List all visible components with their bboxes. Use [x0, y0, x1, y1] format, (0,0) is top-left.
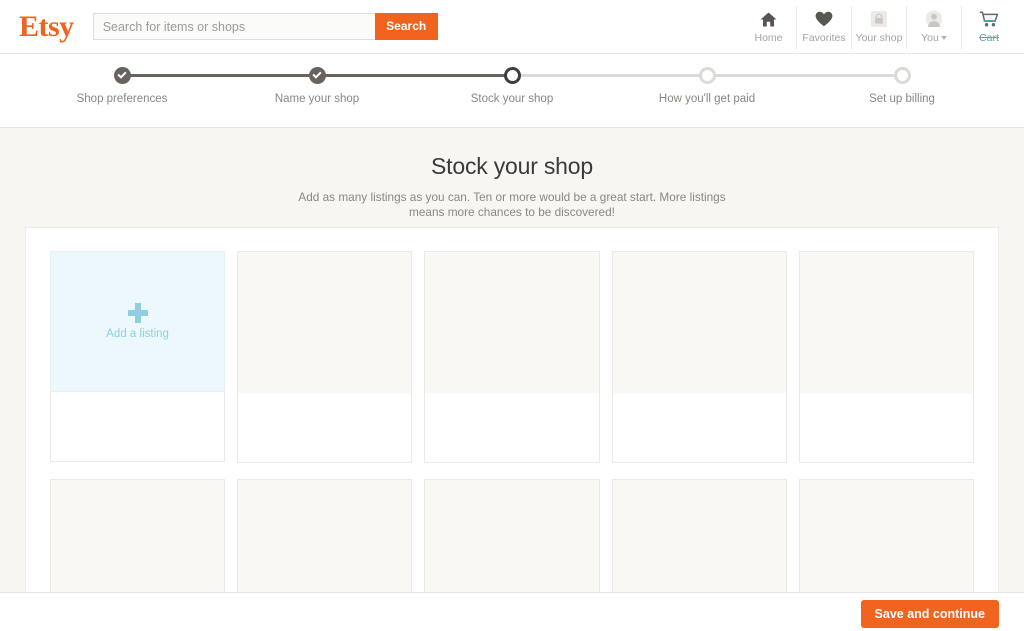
step-dot-todo: [893, 67, 911, 84]
nav-item-you[interactable]: You: [906, 5, 961, 49]
etsy-onboarding-page: Etsy Search Home Favorite: [0, 0, 1024, 631]
nav-item-home[interactable]: Home: [741, 6, 796, 49]
page-title: Stock your shop: [431, 153, 593, 179]
plus-icon: [127, 303, 148, 323]
search-button[interactable]: Search: [374, 13, 438, 40]
heart-icon: [815, 9, 833, 30]
step-label: Set up billing: [869, 93, 935, 105]
step-label: Shop preferences: [76, 93, 168, 105]
add-listing-tile[interactable]: Add a listing: [50, 251, 226, 392]
listing-placeholder-tile[interactable]: [237, 251, 413, 463]
step-dot-current: [503, 67, 521, 84]
listing-placeholder-image: [425, 252, 599, 393]
nav-label-cart: Cart: [979, 31, 999, 44]
onboarding-stepper: Shop preferences Name your shop Stock yo…: [0, 54, 1024, 128]
nav-label-your-shop: Your shop: [855, 31, 903, 44]
main-content: Stock your shop Add as many listings as …: [0, 128, 1024, 631]
listing-placeholder-tile[interactable]: [798, 251, 974, 463]
save-and-continue-button[interactable]: Save and continue: [860, 600, 999, 628]
step-dot-done: [308, 67, 326, 84]
stepper-steps: Shop preferences Name your shop Stock yo…: [77, 67, 935, 105]
listing-placeholder-body: [238, 393, 412, 462]
check-icon: [312, 69, 322, 79]
add-listing-label: Add a listing: [106, 328, 169, 340]
listings-panel: Add a listing: [25, 227, 999, 631]
home-icon: [760, 9, 777, 30]
listing-placeholder-body: [612, 393, 786, 462]
listing-placeholder-image: [238, 252, 412, 393]
site-header: Etsy Search Home Favorite: [0, 0, 1024, 54]
page-subtitle: Add as many listings as you can. Ten or …: [298, 190, 726, 219]
header-nav: Home Favorites Your shop You Cart: [741, 0, 1016, 54]
step-dot-done: [113, 67, 131, 84]
step-dot-todo: [698, 67, 716, 84]
nav-label-favorites: Favorites: [802, 31, 846, 44]
nav-item-favorites[interactable]: Favorites: [796, 5, 851, 49]
page-heading: Stock your shop Add as many listings as …: [0, 128, 1024, 219]
nav-label-home: Home: [754, 31, 783, 44]
sticky-footer: Save and continue: [0, 592, 1024, 631]
listing-placeholder-body: [799, 393, 973, 462]
avatar-icon: [925, 9, 943, 30]
search-bar: Search: [92, 13, 438, 40]
etsy-logo[interactable]: Etsy: [19, 11, 74, 42]
cart-icon: [979, 9, 999, 30]
add-listing-cell: Add a listing: [50, 251, 226, 463]
stepper-track-area: Shop preferences Name your shop Stock yo…: [77, 67, 935, 105]
step-label: Stock your shop: [470, 93, 554, 105]
listing-placeholder-image: [612, 252, 786, 393]
chevron-down-icon: [940, 35, 947, 40]
nav-label-you: You: [921, 32, 947, 44]
search-input[interactable]: [92, 13, 375, 40]
listing-placeholder-tile[interactable]: [611, 251, 787, 463]
listing-placeholder-image: [799, 252, 973, 393]
add-listing-tile-body: [50, 392, 226, 462]
listing-placeholder-tile[interactable]: [424, 251, 600, 463]
check-icon: [117, 69, 127, 79]
listings-grid: Add a listing: [26, 228, 998, 631]
step-label: How you'll get paid: [658, 93, 756, 105]
nav-item-cart[interactable]: Cart: [961, 5, 1016, 49]
add-listing-content: Add a listing: [106, 303, 169, 340]
nav-label-you-text: You: [921, 31, 939, 44]
shop-lock-icon: [870, 9, 888, 30]
nav-item-your-shop[interactable]: Your shop: [851, 5, 906, 49]
step-label: Name your shop: [274, 93, 360, 105]
listing-placeholder-body: [425, 393, 599, 462]
